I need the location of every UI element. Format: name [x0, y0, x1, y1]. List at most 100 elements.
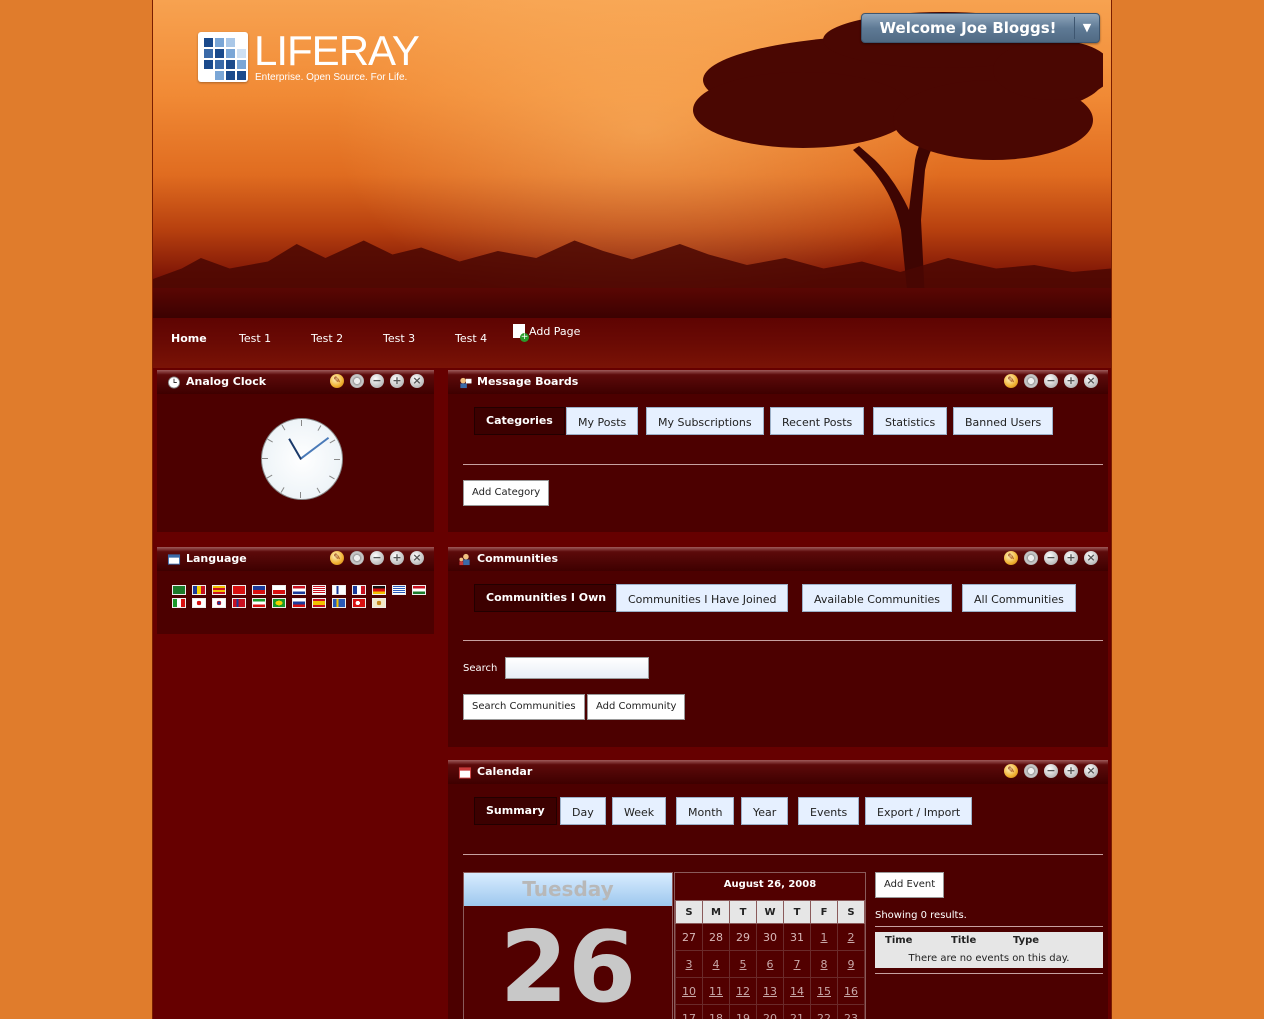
- dock-dropdown-icon[interactable]: ▼: [1074, 17, 1099, 39]
- column-title[interactable]: Title: [951, 932, 976, 950]
- calendar-day-link[interactable]: 11: [702, 977, 730, 1005]
- flag-japanese-icon[interactable]: [192, 598, 206, 608]
- nav-item-home[interactable]: Home: [171, 328, 207, 350]
- flag-spanish-icon[interactable]: [312, 598, 326, 608]
- calendar-day-link[interactable]: 15: [810, 977, 838, 1005]
- maximize-icon[interactable]: +: [390, 374, 404, 388]
- minimize-icon[interactable]: −: [1044, 764, 1058, 778]
- calendar-day-link[interactable]: 18: [702, 1004, 730, 1019]
- flag-norwegian-icon[interactable]: [232, 598, 246, 608]
- close-icon[interactable]: ×: [410, 551, 424, 565]
- calendar-day-link[interactable]: 2: [837, 923, 865, 951]
- column-type[interactable]: Type: [1013, 932, 1039, 950]
- close-icon[interactable]: ×: [1084, 764, 1098, 778]
- calendar-day-link[interactable]: 10: [675, 977, 703, 1005]
- minimize-icon[interactable]: −: [1044, 374, 1058, 388]
- search-communities-button[interactable]: Search Communities: [463, 694, 585, 720]
- flag-turkish-icon[interactable]: [352, 598, 366, 608]
- look-and-feel-icon[interactable]: ✎: [330, 374, 344, 388]
- add-event-button[interactable]: Add Event: [875, 872, 945, 898]
- tab-my-subscriptions[interactable]: My Subscriptions: [646, 407, 764, 435]
- flag-italian-icon[interactable]: [172, 598, 186, 608]
- tab-communities-i-have-joined[interactable]: Communities I Have Joined: [616, 584, 789, 612]
- tab-banned-users[interactable]: Banned Users: [953, 407, 1054, 435]
- nav-item-test-4[interactable]: Test 4: [455, 328, 487, 350]
- tab-month[interactable]: Month: [676, 797, 735, 825]
- calendar-day-link[interactable]: 12: [729, 977, 757, 1005]
- flag-swedish-icon[interactable]: [332, 598, 346, 608]
- tab-categories[interactable]: Categories: [474, 407, 565, 435]
- nav-item-test-3[interactable]: Test 3: [383, 328, 415, 350]
- calendar-day-link[interactable]: 8: [810, 950, 838, 978]
- close-icon[interactable]: ×: [410, 374, 424, 388]
- flag-russian-icon[interactable]: [292, 598, 306, 608]
- tab-year[interactable]: Year: [741, 797, 789, 825]
- add-page-link[interactable]: Add Page: [513, 321, 580, 343]
- flag-finnish-icon[interactable]: [332, 585, 346, 595]
- maximize-icon[interactable]: +: [1064, 374, 1078, 388]
- calendar-day-link[interactable]: 5: [729, 950, 757, 978]
- configuration-icon[interactable]: [1024, 764, 1038, 778]
- nav-item-test-2[interactable]: Test 2: [311, 328, 343, 350]
- calendar-day-link[interactable]: 6: [756, 950, 784, 978]
- flag-german-icon[interactable]: [372, 585, 386, 595]
- look-and-feel-icon[interactable]: ✎: [330, 551, 344, 565]
- add-category-button[interactable]: Add Category: [463, 480, 550, 506]
- maximize-icon[interactable]: +: [1064, 764, 1078, 778]
- flag-chinese-icon[interactable]: [232, 585, 246, 595]
- calendar-day-link[interactable]: 9: [837, 950, 865, 978]
- look-and-feel-icon[interactable]: ✎: [1004, 551, 1018, 565]
- calendar-day-link[interactable]: 1: [810, 923, 838, 951]
- configuration-icon[interactable]: [1024, 551, 1038, 565]
- flag-greek-icon[interactable]: [392, 585, 406, 595]
- minimize-icon[interactable]: −: [370, 551, 384, 565]
- look-and-feel-icon[interactable]: ✎: [1004, 374, 1018, 388]
- flag-dutch-icon[interactable]: [292, 585, 306, 595]
- calendar-day-link[interactable]: 21: [783, 1004, 811, 1019]
- calendar-day-link[interactable]: 7: [783, 950, 811, 978]
- flag-portuguese-brazil-icon[interactable]: [272, 598, 286, 608]
- look-and-feel-icon[interactable]: ✎: [1004, 764, 1018, 778]
- configuration-icon[interactable]: [350, 551, 364, 565]
- flag-korean-icon[interactable]: [212, 598, 226, 608]
- flag-english-icon[interactable]: [312, 585, 326, 595]
- nav-item-test-1[interactable]: Test 1: [239, 328, 271, 350]
- maximize-icon[interactable]: +: [1064, 551, 1078, 565]
- flag-catalan-andorra-icon[interactable]: [192, 585, 206, 595]
- close-icon[interactable]: ×: [1084, 374, 1098, 388]
- tab-export-import[interactable]: Export / Import: [865, 797, 973, 825]
- flag-hungarian-icon[interactable]: [412, 585, 426, 595]
- search-communities-input[interactable]: [505, 657, 649, 679]
- close-icon[interactable]: ×: [1084, 551, 1098, 565]
- flag-catalan-icon[interactable]: [212, 585, 226, 595]
- calendar-day-link[interactable]: 3: [675, 950, 703, 978]
- flag-arabic-icon[interactable]: [172, 585, 186, 595]
- configuration-icon[interactable]: [1024, 374, 1038, 388]
- welcome-text[interactable]: Welcome Joe Bloggs!: [862, 14, 1074, 42]
- tab-my-posts[interactable]: My Posts: [566, 407, 639, 435]
- flag-chinese-taiwan-icon[interactable]: [252, 585, 266, 595]
- tab-day[interactable]: Day: [560, 797, 606, 825]
- minimize-icon[interactable]: −: [1044, 551, 1058, 565]
- tab-events[interactable]: Events: [798, 797, 860, 825]
- calendar-day-link[interactable]: 22: [810, 1004, 838, 1019]
- calendar-day-link[interactable]: 23: [837, 1004, 865, 1019]
- tab-statistics[interactable]: Statistics: [873, 407, 948, 435]
- tab-recent-posts[interactable]: Recent Posts: [770, 407, 865, 435]
- column-time[interactable]: Time: [885, 932, 912, 950]
- flag-french-icon[interactable]: [352, 585, 366, 595]
- add-community-button[interactable]: Add Community: [587, 694, 686, 720]
- minimize-icon[interactable]: −: [370, 374, 384, 388]
- maximize-icon[interactable]: +: [390, 551, 404, 565]
- tab-all-communities[interactable]: All Communities: [962, 584, 1076, 612]
- configuration-icon[interactable]: [350, 374, 364, 388]
- calendar-day-link[interactable]: 13: [756, 977, 784, 1005]
- flag-persian-icon[interactable]: [252, 598, 266, 608]
- flag-czech-icon[interactable]: [272, 585, 286, 595]
- calendar-day-link[interactable]: 4: [702, 950, 730, 978]
- tab-week[interactable]: Week: [612, 797, 667, 825]
- calendar-day-link[interactable]: 19: [729, 1004, 757, 1019]
- calendar-day-link[interactable]: 20: [756, 1004, 784, 1019]
- flag-vietnamese-icon[interactable]: [372, 598, 386, 608]
- calendar-day-link[interactable]: 16: [837, 977, 865, 1005]
